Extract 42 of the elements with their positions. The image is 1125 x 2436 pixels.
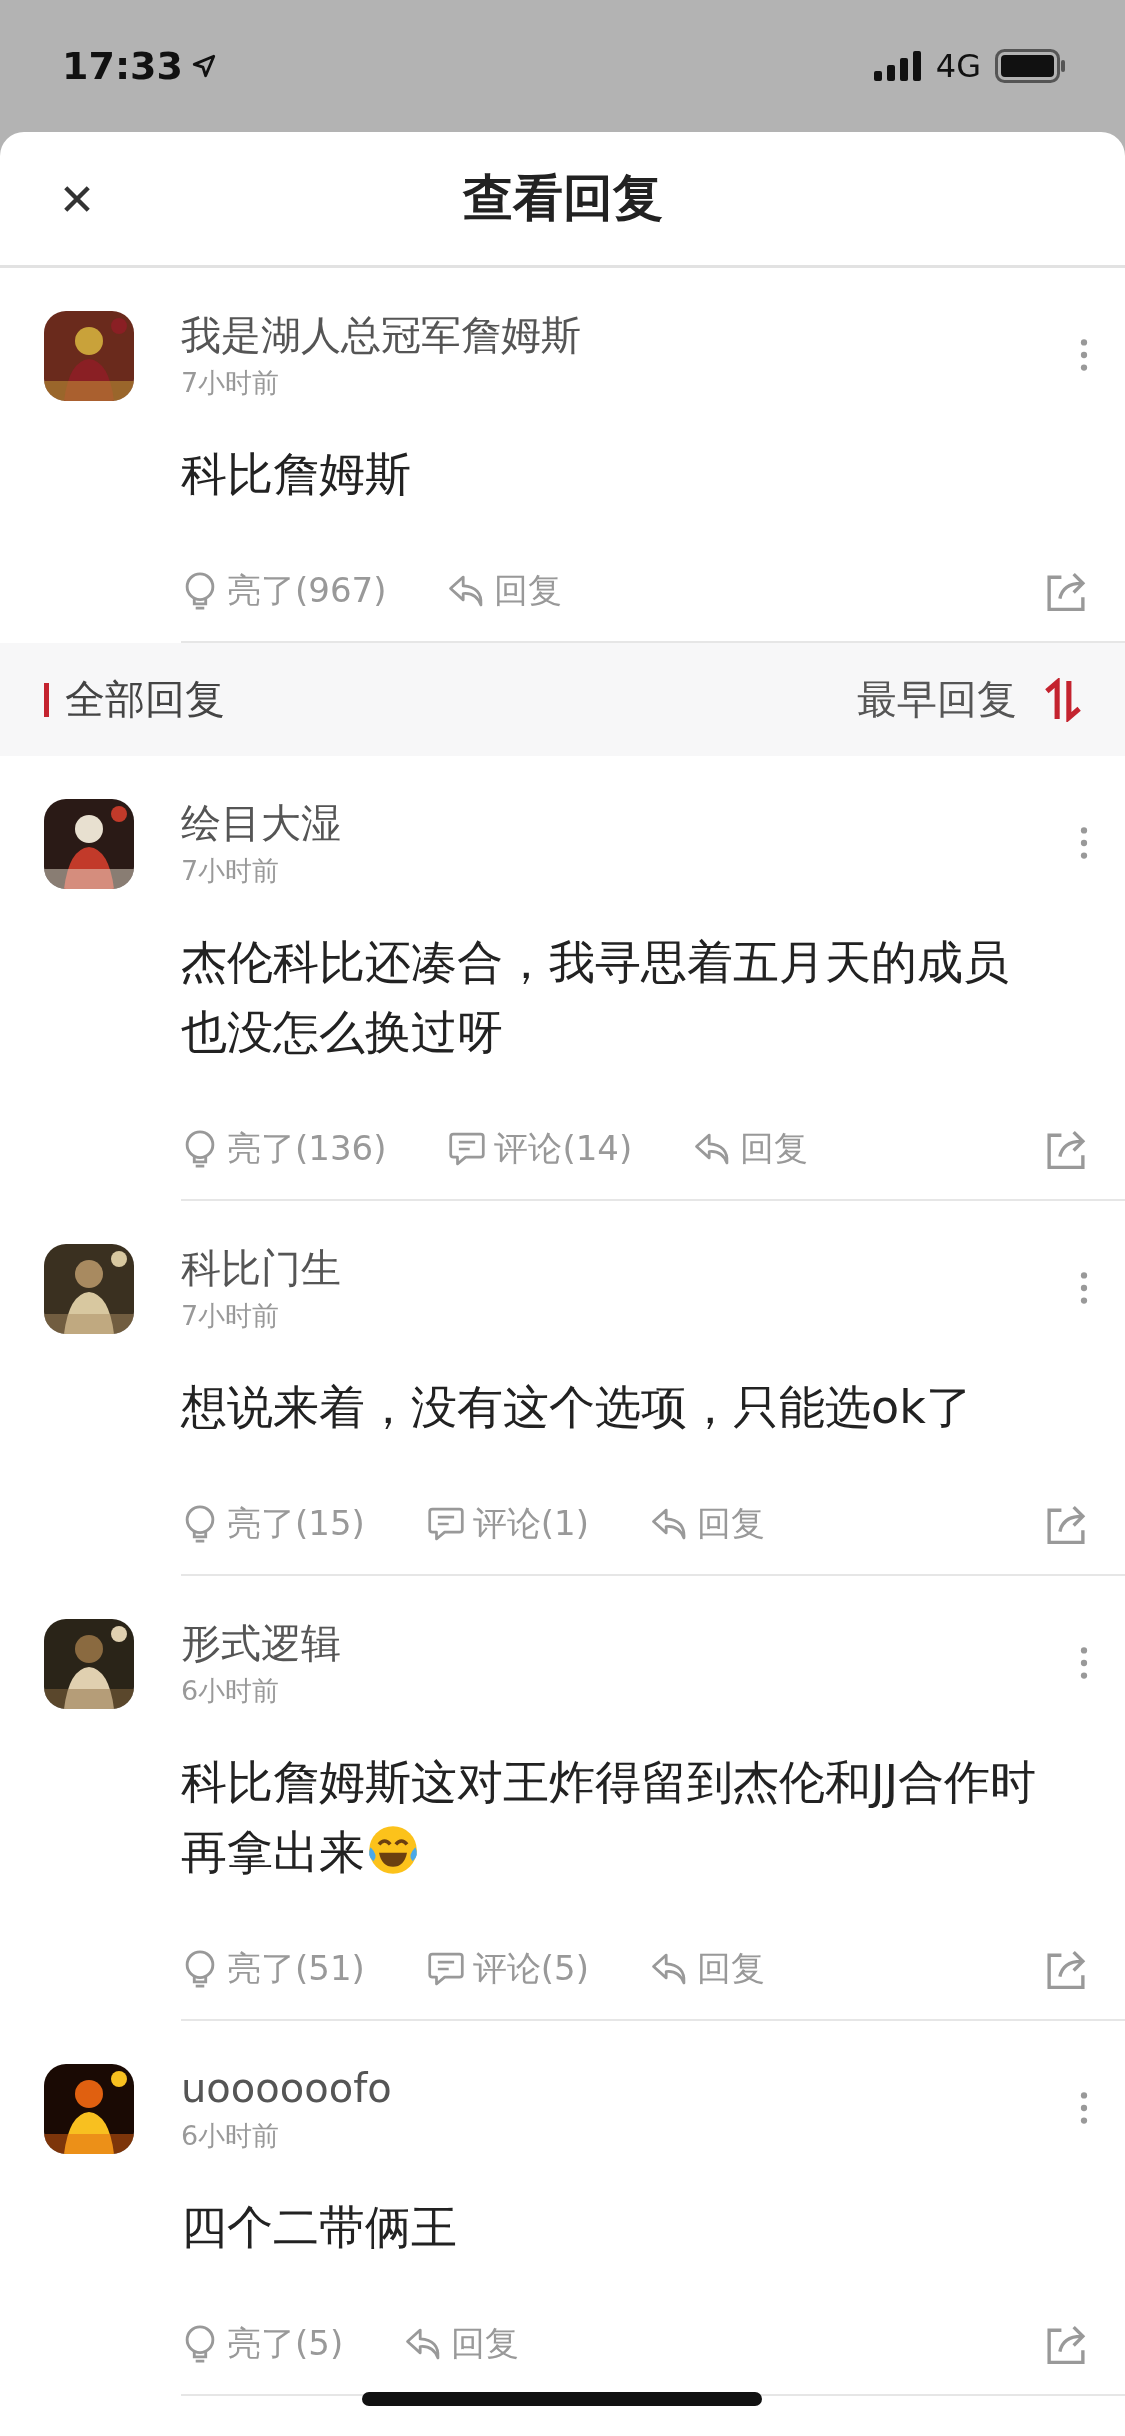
post-time: 6小时前 [181,1674,281,1708]
status-time: 17:33 [62,44,183,88]
location-arrow-icon [190,53,217,79]
like-button[interactable]: 亮了(5) [181,2321,344,2367]
comment-text: 杰伦科比还凑合，我寻思着五月天的成员也没怎么换过呀 [181,934,1010,1061]
reply-button[interactable]: 回复 [650,1946,765,1992]
more-icon[interactable] [1079,337,1089,373]
sheet-title: 查看回复 [462,168,663,229]
post-time: 6小时前 [181,2119,281,2153]
like-button[interactable]: 亮了(967) [181,568,387,614]
comment-text: 想说来着，没有这个选项，只能选ok了 [181,1379,973,1436]
network-type: 4G [935,47,981,85]
comment-button[interactable]: 评论(5) [426,1946,589,1992]
comment-button[interactable]: 评论(1) [426,1501,589,1547]
author-name[interactable]: 科比门生 [181,1244,1079,1292]
more-icon[interactable] [1079,825,1089,861]
more-icon[interactable] [1079,2090,1089,2126]
comment-text: 科比詹姆斯 [181,446,412,503]
comment-text: 科比詹姆斯这对王炸得留到杰伦和JJ合作时再拿出来 [181,1754,1038,1881]
battery-icon [995,49,1067,83]
comment-text: 四个二带俩王 [181,2199,458,2256]
sort-button[interactable]: 最早回复 [857,672,1085,727]
like-button[interactable]: 亮了(15) [181,1501,365,1547]
author-name[interactable]: uoooooofo [181,2064,1079,2112]
post-time: 7小时前 [181,366,281,400]
signal-icon [873,51,924,81]
reply-button[interactable]: 回复 [694,1126,809,1172]
author-name[interactable]: 我是湖人总冠军詹姆斯 [181,311,1079,359]
author-name[interactable]: 绘目大湿 [181,799,1079,847]
post-time: 7小时前 [181,1299,281,1333]
comment-button[interactable]: 评论(14) [448,1126,633,1172]
author-name[interactable]: 形式逻辑 [181,1619,1079,1667]
reply-button[interactable]: 回复 [448,568,563,614]
post-time: 7小时前 [181,854,281,888]
section-title: 全部回复 [65,675,225,724]
more-icon[interactable] [1079,1270,1089,1306]
close-icon[interactable] [62,184,92,214]
reply-button[interactable]: 回复 [650,1501,765,1547]
more-icon[interactable] [1079,1645,1089,1681]
like-button[interactable]: 亮了(51) [181,1946,365,1992]
reply-button[interactable]: 回复 [405,2321,520,2367]
like-button[interactable]: 亮了(136) [181,1126,387,1172]
